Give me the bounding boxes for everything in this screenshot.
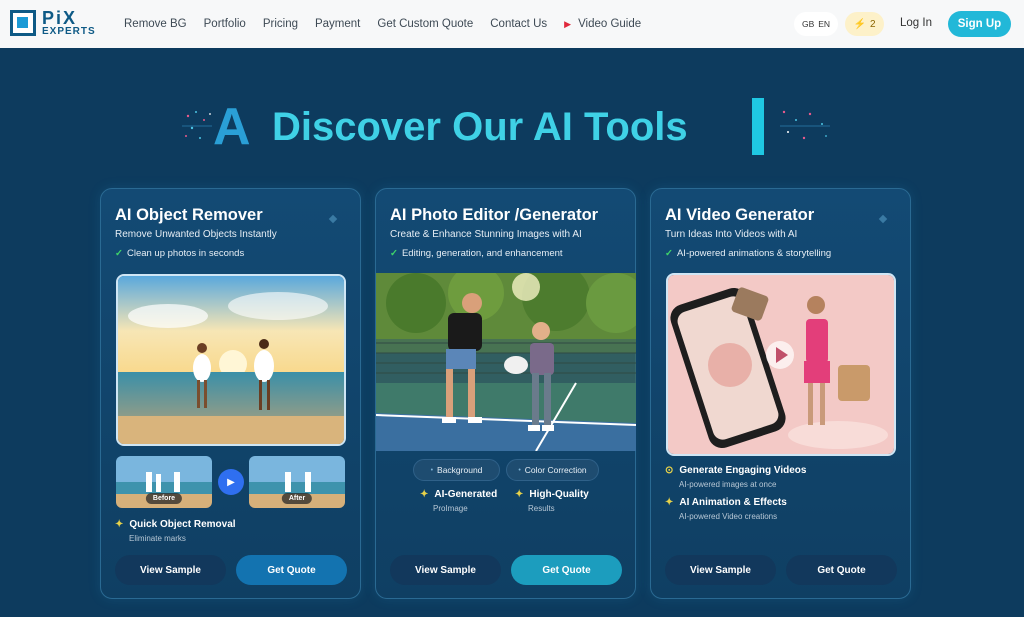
feature-title: ⊙ Generate Engaging Videos [665, 465, 806, 476]
card-subtitle: Turn Ideas Into Videos with AI [665, 229, 798, 240]
sparkle-icon: ✦ [420, 489, 429, 500]
cursor-bar [752, 98, 764, 155]
beach-photo [116, 274, 346, 446]
check-icon: ✓ [390, 248, 398, 259]
card-check-row: ✓ Clean up photos in seconds [115, 248, 244, 259]
before-label: Before [145, 493, 183, 504]
play-icon: ▶ [564, 18, 572, 29]
nav-remove-bg[interactable]: Remove BG [124, 18, 187, 30]
logo-mark-icon [10, 10, 36, 36]
flag-label: GB [801, 19, 815, 29]
feature-text: Generate Engaging Videos [679, 465, 807, 476]
nav-video-guide[interactable]: Video Guide [578, 18, 641, 30]
nav-portfolio[interactable]: Portfolio [204, 18, 246, 30]
chip-label: Background [437, 465, 483, 475]
feature-subtitle: AI-powered Video creations [679, 512, 778, 521]
card-title: AI Object Remover [115, 206, 263, 224]
card-subtitle: Create & Enhance Stunning Images with AI [390, 229, 582, 240]
view-sample-button[interactable]: View Sample [390, 555, 501, 585]
diamond-icon [328, 214, 338, 224]
logo-text-bottom: EXPERTS [42, 26, 96, 37]
sparkle-icon: ✦ [515, 489, 524, 500]
top-navbar: PiX EXPERTS Remove BG Portfolio Pricing … [0, 0, 1024, 48]
play-button-icon[interactable]: ▶ [218, 469, 244, 495]
chip-color-correction[interactable]: • Color Correction [506, 459, 599, 481]
play-circle-icon: ⊙ [665, 465, 674, 476]
card-check-row: ✓ AI-powered animations & storytelling [665, 248, 831, 259]
feature-subtitle: ProImage [433, 504, 468, 513]
check-icon: ✓ [665, 248, 673, 259]
after-thumbnail[interactable]: After [249, 456, 345, 508]
logo[interactable]: PiX EXPERTS [10, 9, 96, 37]
video-illustration [668, 275, 894, 454]
feature-title: ✦ High-Quality [515, 489, 589, 500]
check-text: AI-powered animations & storytelling [676, 248, 832, 259]
language-label: EN [818, 19, 831, 29]
chip-background[interactable]: • Background [413, 459, 500, 481]
card-object-remover: AI Object Remover Remove Unwanted Object… [100, 188, 361, 599]
language-selector[interactable]: GB EN [794, 12, 838, 36]
dot-icon: • [518, 466, 521, 474]
card-subtitle: Remove Unwanted Objects Instantly [115, 229, 277, 240]
credits-count: 2 [869, 18, 876, 30]
check-text: Clean up photos in seconds [126, 248, 245, 259]
hero-heading: A Discover Our AI Tools [0, 98, 1024, 156]
chip-label: Color Correction [524, 465, 587, 475]
feature-title: ✦ AI Animation & Effects [665, 497, 787, 508]
card-photo-editor: AI Photo Editor /Generator Create & Enha… [375, 188, 636, 599]
feature-title: ✦ AI-Generated [420, 489, 497, 500]
feature-subtitle: Eliminate marks [129, 534, 186, 543]
nav-contact-us[interactable]: Contact Us [490, 18, 547, 30]
sparkle-decoration-right-icon [780, 110, 830, 140]
login-link[interactable]: Log In [900, 17, 932, 29]
feature-text: High-Quality [529, 489, 589, 500]
feature-text: Quick Object Removal [129, 519, 236, 530]
nav-get-custom-quote[interactable]: Get Custom Quote [377, 18, 473, 30]
logo-text-top: PiX [42, 8, 78, 28]
feature-text: AI-Generated [434, 489, 498, 500]
signup-button[interactable]: Sign Up [948, 11, 1011, 37]
sparkle-icon: ✦ [665, 497, 674, 508]
card-actions: View Sample Get Quote [390, 555, 622, 585]
feature-subtitle: Results [528, 504, 555, 513]
card-title: AI Photo Editor /Generator [390, 206, 599, 224]
pickleball-illustration [376, 273, 636, 451]
get-quote-button[interactable]: Get Quote [786, 555, 897, 585]
check-icon: ✓ [115, 248, 123, 259]
after-label: After [281, 493, 313, 504]
get-quote-button[interactable]: Get Quote [511, 555, 622, 585]
nav-payment[interactable]: Payment [315, 18, 360, 30]
page-title: Discover Our AI Tools [272, 105, 688, 149]
nav-pricing[interactable]: Pricing [263, 18, 298, 30]
view-sample-button[interactable]: View Sample [115, 555, 226, 585]
hero-letter-a: A [213, 98, 251, 156]
dot-icon: • [430, 466, 434, 474]
feature-title: ✦ Quick Object Removal [115, 519, 236, 530]
before-thumbnail[interactable]: Before [116, 456, 212, 508]
sparkle-icon: ✦ [115, 519, 124, 530]
main-nav: Remove BG Portfolio Pricing Payment Get … [124, 0, 658, 48]
view-sample-button[interactable]: View Sample [665, 555, 776, 585]
feature-text: AI Animation & Effects [679, 497, 787, 508]
credits-badge[interactable]: ⚡ 2 [845, 12, 884, 36]
video-promo-photo [666, 273, 896, 456]
diamond-icon [878, 214, 888, 224]
get-quote-button[interactable]: Get Quote [236, 555, 347, 585]
lightning-icon: ⚡ [853, 18, 866, 30]
card-title: AI Video Generator [665, 206, 815, 224]
card-actions: View Sample Get Quote [115, 555, 347, 585]
card-check-row: ✓ Editing, generation, and enhancement [390, 248, 563, 259]
feature-subtitle: AI-powered images at once [679, 480, 777, 489]
pickleball-photo [376, 273, 636, 451]
beach-illustration [118, 276, 344, 444]
card-actions: View Sample Get Quote [665, 555, 897, 585]
card-video-generator: AI Video Generator Turn Ideas Into Video… [650, 188, 911, 599]
check-text: Editing, generation, and enhancement [401, 248, 563, 259]
